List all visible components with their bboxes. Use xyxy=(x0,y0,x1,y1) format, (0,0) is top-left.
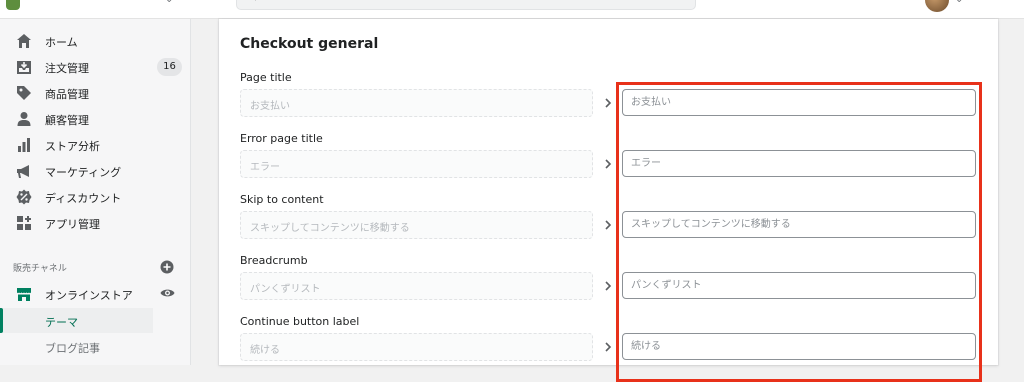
search-bar[interactable]: ootn xyxy=(236,0,696,10)
sidebar-subitem-blog-posts[interactable]: ブログ記事 xyxy=(0,334,153,359)
add-sales-channel-icon[interactable] xyxy=(160,260,174,274)
analytics-icon xyxy=(18,138,30,152)
active-indicator xyxy=(0,308,3,333)
megaphone-icon xyxy=(17,165,29,178)
sidebar-item-label: 商品管理 xyxy=(45,88,89,101)
translation-input-page-title[interactable] xyxy=(622,89,976,116)
person-icon xyxy=(17,112,31,126)
translation-card: Checkout general Page title お支払い Error p… xyxy=(219,19,998,382)
tag-icon xyxy=(17,86,31,100)
source-text-field: 続ける xyxy=(240,333,593,361)
field-label: Continue button label xyxy=(240,315,360,328)
field-label: Skip to content xyxy=(240,193,324,206)
store-icon xyxy=(17,288,31,301)
translation-input-breadcrumb[interactable] xyxy=(622,272,976,299)
translation-input-error-page-title[interactable] xyxy=(622,150,976,177)
field-label: Page title xyxy=(240,71,292,84)
search-input-text[interactable]: ootn xyxy=(263,0,288,2)
sidebar-subitem-label: テーマ xyxy=(45,316,78,329)
chevron-right-icon[interactable] xyxy=(603,219,613,231)
search-icon xyxy=(255,0,256,1)
translation-input-continue-button[interactable] xyxy=(622,333,976,360)
chevron-down-icon[interactable]: ⌄ xyxy=(165,0,173,5)
sidebar-item-analytics[interactable]: ストア分析 xyxy=(0,132,191,158)
source-text: パンくずリスト xyxy=(250,284,321,295)
top-bar: ⌄ ootn ⌄ xyxy=(0,0,1024,19)
sidebar: ホーム 注文管理 16 商品管理 顧客管理 ストア分析 マーケティング ディスカ… xyxy=(0,19,191,365)
sidebar-item-label: アプリ管理 xyxy=(45,218,100,231)
avatar[interactable] xyxy=(925,0,949,12)
source-text: 続ける xyxy=(250,345,280,356)
source-text-field: パンくずリスト xyxy=(240,272,593,300)
sidebar-item-label: ストア分析 xyxy=(45,140,100,153)
sidebar-item-label: 注文管理 xyxy=(45,62,89,75)
chevron-down-icon[interactable]: ⌄ xyxy=(955,0,963,5)
chevron-right-icon[interactable] xyxy=(603,158,613,170)
translation-input-skip-to-content[interactable] xyxy=(622,211,976,238)
sidebar-item-label: マーケティング xyxy=(45,166,122,179)
source-text-field: お支払い xyxy=(240,89,593,117)
field-label: Error page title xyxy=(240,132,323,145)
sidebar-item-apps[interactable]: アプリ管理 xyxy=(0,210,191,236)
source-text: エラー xyxy=(250,162,280,173)
sidebar-item-customers[interactable]: 顧客管理 xyxy=(0,106,191,132)
sales-channels-heading: 販売チャネル xyxy=(13,264,67,274)
sidebar-item-marketing[interactable]: マーケティング xyxy=(0,158,191,184)
eye-icon[interactable] xyxy=(160,287,175,299)
source-text-field: エラー xyxy=(240,150,593,178)
sidebar-item-label: オンラインストア xyxy=(45,289,133,302)
orders-count-badge: 16 xyxy=(157,58,182,76)
sidebar-item-label: 顧客管理 xyxy=(45,114,89,127)
sidebar-item-discounts[interactable]: ディスカウント xyxy=(0,184,191,210)
sidebar-item-label: ホーム xyxy=(45,36,78,49)
chevron-right-icon[interactable] xyxy=(603,341,613,353)
apps-icon xyxy=(17,216,31,230)
sidebar-subitem-themes[interactable]: テーマ xyxy=(0,308,153,333)
sidebar-item-products[interactable]: 商品管理 xyxy=(0,80,191,106)
discount-icon xyxy=(16,189,32,205)
orders-icon xyxy=(17,61,31,74)
chevron-right-icon[interactable] xyxy=(603,97,613,109)
sidebar-item-home[interactable]: ホーム xyxy=(0,28,191,54)
shopify-logo[interactable] xyxy=(6,0,20,10)
source-text-field: スキップしてコンテンツに移動する xyxy=(240,211,593,239)
source-text: スキップしてコンテンツに移動する xyxy=(250,223,410,234)
card-title: Checkout general xyxy=(240,36,379,52)
chevron-right-icon[interactable] xyxy=(603,280,613,292)
source-text: お支払い xyxy=(250,101,290,112)
sidebar-subitem-label: ブログ記事 xyxy=(45,342,100,355)
field-label: Breadcrumb xyxy=(240,254,308,267)
sidebar-item-label: ディスカウント xyxy=(45,192,122,205)
sidebar-item-orders[interactable]: 注文管理 16 xyxy=(0,54,191,80)
home-icon xyxy=(17,34,31,48)
